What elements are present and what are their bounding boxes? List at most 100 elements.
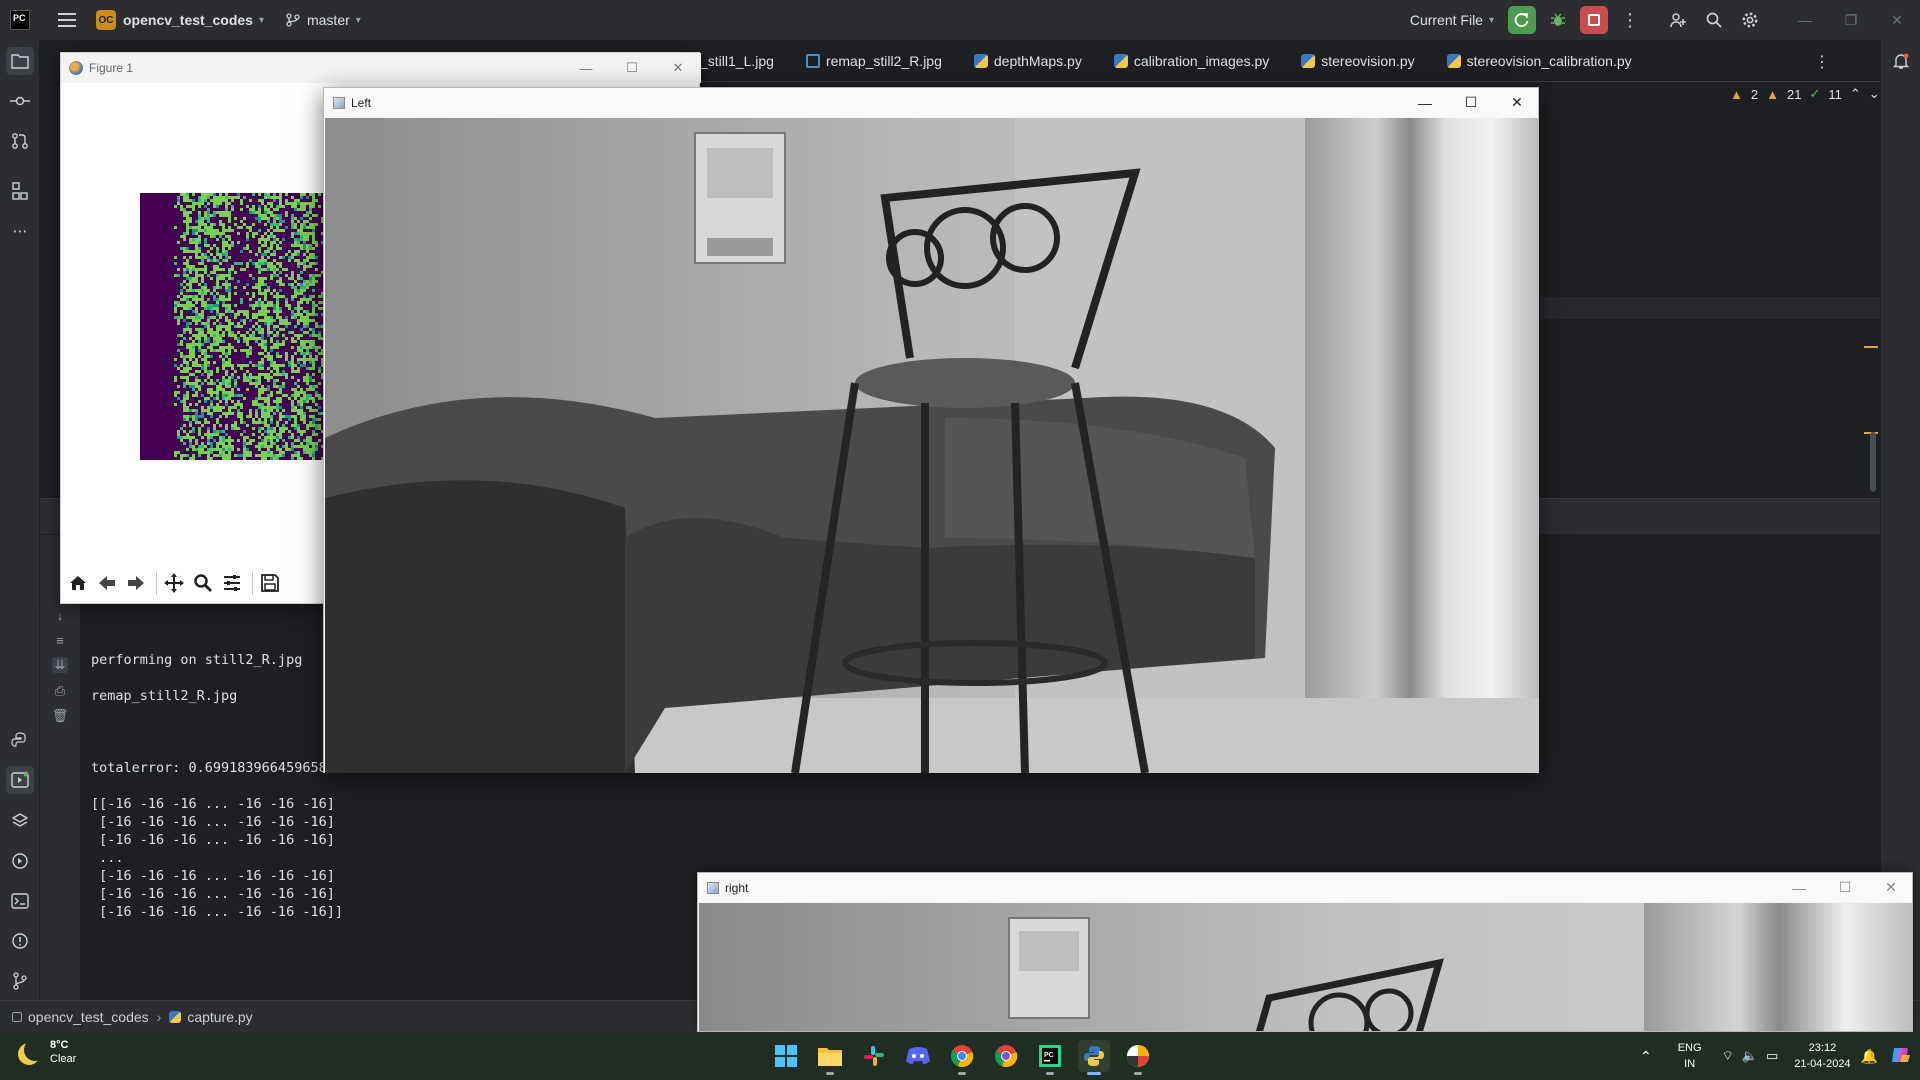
figure-close-button[interactable]: ✕ [655,53,701,83]
rerun-button[interactable] [1508,6,1536,34]
disparity-pixel [273,379,276,382]
git-branch-icon [13,972,27,990]
back-button[interactable] [94,570,120,596]
chevron-down-icon[interactable]: ▾ [259,15,264,26]
right-window-title-bar[interactable]: right — ☐ ✕ [698,873,1912,902]
python-app-button[interactable] [1078,1040,1110,1075]
tab-still1-l[interactable]: _still1_L.jpg [700,53,774,69]
disparity-pixel [189,385,192,388]
settings-button[interactable] [1736,6,1764,34]
python-packages-tool-button[interactable] [9,730,31,752]
tab-calibration-images[interactable]: calibration_images.py [1113,53,1269,69]
home-button[interactable] [65,570,91,596]
disparity-pixel [228,364,231,367]
notifications-tool-button[interactable] [1890,50,1912,72]
run-tool-button[interactable] [6,766,34,794]
more-tools-button[interactable]: ⋯ [9,220,31,242]
right-close-button[interactable]: ✕ [1868,873,1912,902]
figure-maximize-button[interactable]: ☐ [609,53,655,83]
disparity-pixel [231,439,234,442]
disparity-pixel [276,406,279,409]
disparity-pixel [216,343,219,346]
left-maximize-button[interactable]: ☐ [1448,88,1494,117]
tab-remap-still2-r[interactable]: remap_still2_R.jpg [805,53,942,69]
discord-button[interactable] [902,1040,934,1072]
search-everywhere-button[interactable] [1700,6,1728,34]
left-close-button[interactable]: ✕ [1494,88,1540,117]
stop-button[interactable] [1580,6,1608,34]
problems-tool-button[interactable] [9,930,31,952]
left-minimize-button[interactable]: — [1402,88,1448,117]
git-tool-button[interactable] [9,970,31,992]
show-hidden-icons-button[interactable]: ⌃ [1640,1048,1652,1065]
tab-stereovision-calibration[interactable]: stereovision_calibration.py [1446,53,1632,69]
pull-requests-tool-button[interactable] [9,130,31,152]
close-button[interactable]: ✕ [1874,0,1920,40]
disparity-pixel [243,397,246,400]
save-button[interactable] [257,570,283,596]
chevron-up-icon[interactable]: ⌃ [1850,86,1861,102]
pinwheel-app-button[interactable] [1122,1040,1154,1075]
minimize-button[interactable]: — [1782,0,1828,40]
tab-depthmaps[interactable]: depthMaps.py [973,53,1082,69]
structure-tool-button[interactable] [9,180,31,202]
clock[interactable]: 23:12 21-04-2024 [1794,1040,1850,1072]
pycharm-button[interactable]: PC [1034,1040,1066,1075]
editor-scrollbar[interactable] [1870,432,1876,492]
configure-subplots-button[interactable] [219,570,245,596]
forward-button[interactable] [123,570,149,596]
branch-selector[interactable]: master ▾ [286,12,361,28]
start-button[interactable] [770,1040,802,1072]
project-name[interactable]: opencv_test_codes [123,12,253,28]
notifications-button[interactable]: 🔔 [1861,1048,1878,1065]
chrome-button[interactable] [946,1040,978,1075]
zoom-button[interactable] [190,570,216,596]
figure-minimize-button[interactable]: — [563,53,609,83]
disparity-pixel [306,301,309,304]
input-language-indicator[interactable]: ENG IN [1678,1040,1702,1072]
scroll-up-icon[interactable]: ↓ [52,607,68,623]
weather-widget[interactable]: 8°C Clear [18,1038,76,1066]
disparity-pixel [183,355,186,358]
chrome-profile-button[interactable] [990,1040,1022,1072]
copilot-button[interactable] [1890,1044,1912,1069]
disparity-pixel [228,349,231,352]
debug-button[interactable] [1544,6,1572,34]
breadcrumb-project[interactable]: opencv_test_codes [28,1009,149,1025]
project-badge[interactable]: OC [96,10,116,30]
figure-title-bar[interactable]: Figure 1 — ☐ ✕ [61,53,701,83]
slack-button[interactable] [858,1040,890,1072]
disparity-pixel [273,259,276,262]
code-with-me-button[interactable] [1664,6,1692,34]
chevron-down-icon[interactable]: ⌄ [1869,86,1880,102]
services-tool-button[interactable] [9,850,31,872]
layers-tool-button[interactable] [9,810,31,832]
left-camera-window[interactable]: Left — ☐ ✕ [323,87,1539,773]
run-configuration-selector[interactable]: Current File ▾ [1410,12,1494,28]
disparity-pixel [195,439,198,442]
disparity-pixel [315,256,318,259]
right-camera-window[interactable]: right — ☐ ✕ [697,872,1913,1032]
soft-wrap-icon[interactable]: ≡ [52,632,68,648]
breadcrumb-file[interactable]: capture.py [187,1009,252,1025]
print-icon[interactable]: ⎙ [52,683,68,699]
main-menu-icon[interactable] [58,13,76,27]
disparity-pixel [213,229,216,232]
network-volume-battery-button[interactable]: ⌔ 🔈 ▭ [1722,1048,1779,1064]
commit-tool-button[interactable] [9,90,31,112]
file-explorer-button[interactable] [814,1040,846,1075]
inspection-widget[interactable]: ▲ 2 ▲ 21 ✓ 11 ⌃ ⌄ [1730,84,1880,104]
project-tool-button[interactable] [6,47,34,75]
right-minimize-button[interactable]: — [1776,873,1822,902]
tab-overflow-button[interactable]: ⋮ [1814,52,1830,72]
left-window-title-bar[interactable]: Left — ☐ ✕ [324,88,1538,117]
more-actions-button[interactable]: ⋮ [1616,6,1644,34]
scroll-to-end-icon[interactable]: ⇊ [52,657,68,673]
tab-stereovision[interactable]: stereovision.py [1301,53,1415,69]
disparity-pixel [270,196,273,199]
terminal-tool-button[interactable] [9,890,31,912]
maximize-button[interactable]: ❐ [1828,0,1874,40]
pan-button[interactable] [161,570,187,596]
trash-icon[interactable]: 🗑 [52,708,69,724]
right-maximize-button[interactable]: ☐ [1822,873,1868,902]
